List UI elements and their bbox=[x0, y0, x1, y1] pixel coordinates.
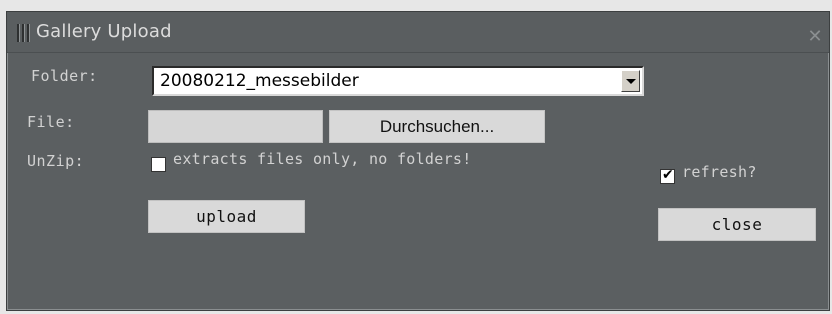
unzip-checkbox[interactable] bbox=[151, 157, 166, 172]
folder-label: Folder: bbox=[31, 67, 98, 85]
browse-button[interactable]: Durchsuchen... bbox=[329, 110, 545, 143]
folder-select-value: 20080212_messebilder bbox=[160, 71, 359, 91]
chevron-down-icon[interactable] bbox=[621, 70, 640, 92]
close-x-icon[interactable]: ✕ bbox=[807, 28, 823, 46]
unzip-label: UnZip: bbox=[27, 152, 85, 170]
file-label: File: bbox=[27, 113, 75, 131]
close-button[interactable]: close bbox=[658, 208, 816, 241]
gallery-upload-dialog: Gallery Upload ✕ Folder: 20080212_messeb… bbox=[6, 11, 830, 311]
upload-button[interactable]: upload bbox=[148, 200, 305, 233]
drag-grip-icon[interactable] bbox=[17, 24, 31, 42]
file-path-input[interactable] bbox=[148, 110, 323, 143]
folder-select[interactable]: 20080212_messebilder bbox=[152, 66, 644, 96]
dialog-titlebar[interactable]: Gallery Upload ✕ bbox=[7, 12, 829, 53]
refresh-checkbox[interactable]: ✔ bbox=[660, 167, 675, 184]
checkmark-icon: ✔ bbox=[662, 167, 674, 183]
refresh-label: refresh? bbox=[682, 163, 757, 181]
dialog-title: Gallery Upload bbox=[36, 21, 172, 42]
unzip-option-label: extracts files only, no folders! bbox=[173, 150, 472, 168]
